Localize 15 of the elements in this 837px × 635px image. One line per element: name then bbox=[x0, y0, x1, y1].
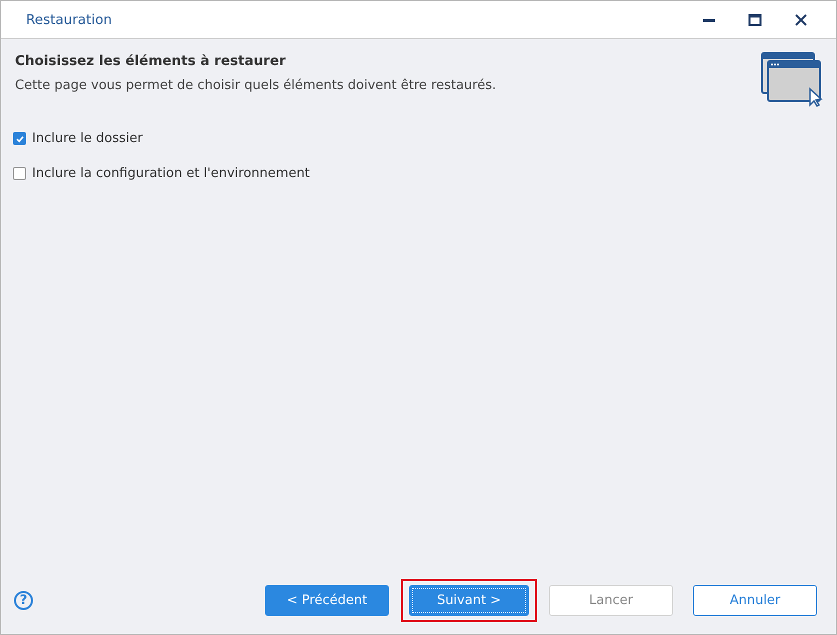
checkbox[interactable] bbox=[13, 132, 26, 145]
checkbox-label: Inclure le dossier bbox=[32, 131, 143, 146]
check-icon bbox=[14, 134, 24, 144]
windows-cursor-icon bbox=[760, 51, 824, 107]
dialog-button[interactable]: < Précédent bbox=[265, 585, 389, 616]
page-title: Choisissez les éléments à restaurer bbox=[15, 53, 287, 69]
page-description: Cette page vous permet de choisir quels éléments doivent être restaurés. bbox=[15, 78, 496, 93]
maximize-icon[interactable] bbox=[748, 12, 762, 26]
dialog-button[interactable]: Suivant > bbox=[409, 585, 529, 616]
dialog-button[interactable]: Annuler bbox=[693, 585, 817, 616]
checkbox-label: Inclure la configuration et l'environnement bbox=[32, 166, 310, 181]
window-title: Restauration bbox=[26, 12, 112, 28]
checkbox[interactable] bbox=[13, 167, 26, 180]
help-icon[interactable]: ? bbox=[14, 591, 33, 610]
close-icon[interactable] bbox=[794, 12, 808, 26]
